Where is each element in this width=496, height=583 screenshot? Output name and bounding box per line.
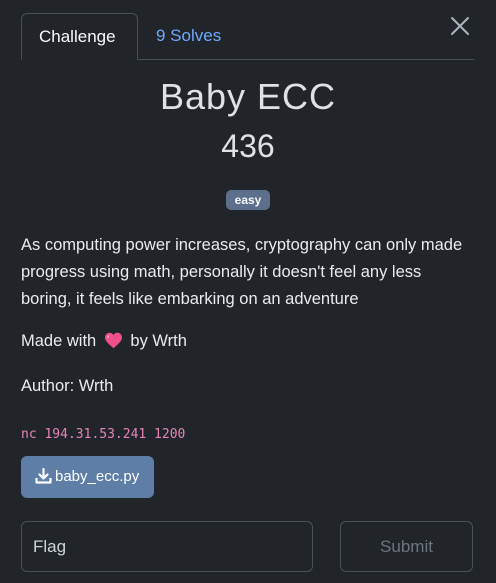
challenge-points: 436 xyxy=(221,128,275,164)
download-file-button[interactable]: baby_ecc.py xyxy=(21,456,154,498)
connection-command: nc 194.31.53.241 1200 xyxy=(21,427,186,442)
tab-challenge[interactable]: Challenge xyxy=(21,13,138,60)
made-with-line: Made with by Wrth xyxy=(21,332,187,354)
close-icon[interactable] xyxy=(448,14,472,38)
difficulty-badge: easy xyxy=(225,190,271,210)
author-line: Author: Wrth xyxy=(21,377,114,395)
made-with-prefix: Made with xyxy=(21,332,97,350)
challenge-modal: Challenge 9 Solves Baby ECC 436 easy As … xyxy=(0,0,496,583)
tab-solves[interactable]: 9 Solves xyxy=(139,13,238,59)
challenge-title: Baby ECC xyxy=(159,76,337,117)
submit-button[interactable]: Submit xyxy=(340,521,473,572)
tab-bar: Challenge 9 Solves xyxy=(21,13,474,60)
heart-icon xyxy=(104,332,123,354)
download-icon xyxy=(35,467,52,484)
made-with-suffix: by Wrth xyxy=(130,332,187,350)
challenge-description: As computing power increases, cryptograp… xyxy=(21,236,463,308)
download-file-label: baby_ecc.py xyxy=(55,468,140,485)
flag-input[interactable] xyxy=(21,521,313,572)
